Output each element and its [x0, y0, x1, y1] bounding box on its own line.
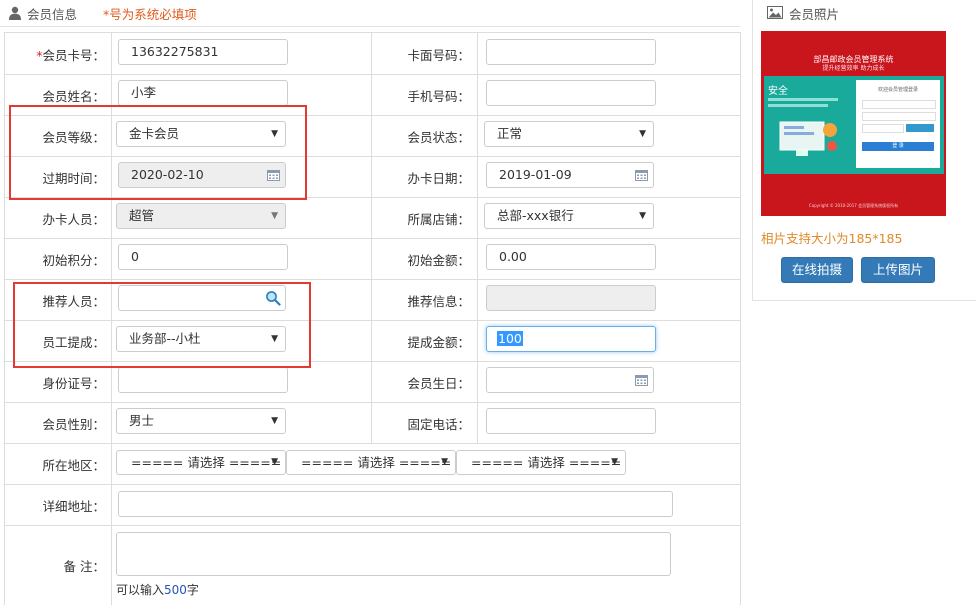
- gender-select[interactable]: 男士 ▼: [116, 408, 286, 434]
- operator-select[interactable]: 超管 ▼: [116, 203, 286, 229]
- thumb-login-button: 登 录: [862, 142, 934, 151]
- thumb-title: 部昌邮政会员管理系统: [813, 55, 894, 64]
- open-date-label: 办卡日期：: [407, 171, 470, 186]
- province-value: ===== 请选择 =====: [131, 455, 282, 470]
- operator-value: 超管: [129, 208, 155, 223]
- face-no-label: 卡面号码：: [407, 48, 470, 63]
- form-row: 详细地址：: [5, 484, 740, 526]
- dropdown-arrow-icon: ▼: [441, 457, 448, 467]
- image-icon: [767, 6, 783, 19]
- calendar-icon[interactable]: [635, 169, 648, 181]
- birthday-input[interactable]: [486, 367, 654, 393]
- photo-panel: 会员照片 部昌邮政会员管理系统 提升经营效率 助力成长 安全 欢迎会员管理登录 …: [752, 0, 976, 301]
- calendar-icon[interactable]: [635, 374, 648, 386]
- city-value: ===== 请选择 =====: [301, 455, 452, 470]
- remark-label: 备 注：: [63, 559, 105, 574]
- commission-amount-input[interactable]: 100: [486, 326, 656, 352]
- commission-amt-label: 提成金额：: [407, 335, 470, 350]
- form-row: 会员性别： 男士 ▼ 固定电话：: [5, 402, 740, 444]
- open-date-value: 2019-01-09: [499, 167, 572, 182]
- name-input[interactable]: 小李: [118, 80, 288, 106]
- dropdown-arrow-icon: ▼: [611, 457, 618, 467]
- phone-label: 固定电话：: [407, 417, 470, 432]
- card-no-input[interactable]: 13632275831: [118, 39, 288, 65]
- section-header: 会员信息 *号为系统必填项: [0, 0, 740, 27]
- gender-value: 男士: [129, 413, 155, 428]
- region-label: 所在地区：: [42, 458, 105, 473]
- status-select[interactable]: 正常 ▼: [484, 121, 654, 147]
- form-row: 初始积分： 0 初始金额： 0.00: [5, 238, 740, 280]
- operator-label: 办卡人员：: [42, 212, 105, 227]
- amount-label: 初始金额：: [407, 253, 470, 268]
- card-no-label: *会员卡号：: [36, 48, 105, 63]
- upload-button[interactable]: 上传图片: [861, 257, 935, 283]
- points-input[interactable]: 0: [118, 244, 288, 270]
- mobile-label: 手机号码：: [407, 89, 470, 104]
- thumb-banner: 安全 欢迎会员管理登录 登 录: [764, 76, 944, 174]
- camera-button[interactable]: 在线拍摄: [781, 257, 853, 283]
- name-label: 会员姓名：: [42, 89, 105, 104]
- points-label: 初始积分：: [42, 253, 105, 268]
- form-row: *会员卡号： 13632275831 卡面号码：: [5, 33, 740, 75]
- dropdown-arrow-icon: ▼: [271, 416, 278, 426]
- store-label: 所属店铺：: [407, 212, 470, 227]
- mobile-input[interactable]: [486, 80, 656, 106]
- province-select[interactable]: ===== 请选择 ===== ▼: [116, 450, 286, 475]
- dropdown-arrow-icon: ▼: [639, 129, 646, 139]
- thumb-login-title: 欢迎会员管理登录: [877, 87, 918, 93]
- store-value: 总部-xxx银行: [497, 208, 574, 223]
- thumb-footer: Copyright © 2010-2017 会员管理系统版权所有: [808, 203, 899, 208]
- gender-label: 会员性别：: [42, 417, 105, 432]
- open-date-input[interactable]: 2019-01-09: [486, 162, 654, 188]
- address-label: 详细地址：: [42, 499, 105, 514]
- thumb-login-card: 欢迎会员管理登录 登 录: [856, 80, 940, 168]
- form-row: 备 注： 可以输入500字: [5, 525, 740, 605]
- ref-info-input[interactable]: [486, 285, 656, 311]
- city-select[interactable]: ===== 请选择 ===== ▼: [286, 450, 456, 475]
- user-icon: [9, 6, 21, 20]
- district-select[interactable]: ===== 请选择 ===== ▼: [456, 450, 626, 475]
- required-note: *号为系统必填项: [103, 7, 197, 22]
- status-value: 正常: [497, 126, 523, 141]
- birthday-label: 会员生日：: [407, 376, 470, 391]
- thumb-secure: 安全: [768, 86, 788, 97]
- dropdown-arrow-icon: ▼: [271, 457, 278, 467]
- remark-textarea[interactable]: [116, 532, 671, 576]
- store-select[interactable]: 总部-xxx银行 ▼: [484, 203, 654, 229]
- idcard-label: 身份证号：: [42, 376, 105, 391]
- section-title: 会员信息: [27, 7, 78, 22]
- address-input[interactable]: [118, 491, 673, 517]
- highlight-box-referrer-commission: [13, 282, 311, 368]
- ref-info-label: 推荐信息：: [407, 294, 470, 309]
- photo-size-note: 相片支持大小为185*185: [761, 231, 903, 246]
- status-label: 会员状态：: [407, 130, 470, 145]
- remark-hint: 可以输入500字: [116, 583, 199, 597]
- thumb-subtitle: 提升经营效率 助力成长: [822, 65, 885, 72]
- form-row: 所在地区： ===== 请选择 ===== ▼ ===== 请选择 ===== …: [5, 443, 740, 485]
- form-row: 办卡人员： 超管 ▼ 所属店铺： 总部-xxx银行 ▼: [5, 197, 740, 239]
- commission-amount-value: 100: [497, 331, 523, 346]
- highlight-box-level-expire: [9, 105, 307, 200]
- phone-input[interactable]: [486, 408, 656, 434]
- monitor-icon: [779, 121, 837, 156]
- dropdown-arrow-icon: ▼: [271, 211, 278, 221]
- idcard-input[interactable]: [118, 367, 288, 393]
- face-no-input[interactable]: [486, 39, 656, 65]
- photo-title: 会员照片: [789, 7, 840, 22]
- amount-input[interactable]: 0.00: [486, 244, 656, 270]
- dropdown-arrow-icon: ▼: [639, 211, 646, 221]
- district-value: ===== 请选择 =====: [471, 455, 622, 470]
- member-photo[interactable]: 部昌邮政会员管理系统 提升经营效率 助力成长 安全 欢迎会员管理登录 登 录 C…: [761, 31, 946, 216]
